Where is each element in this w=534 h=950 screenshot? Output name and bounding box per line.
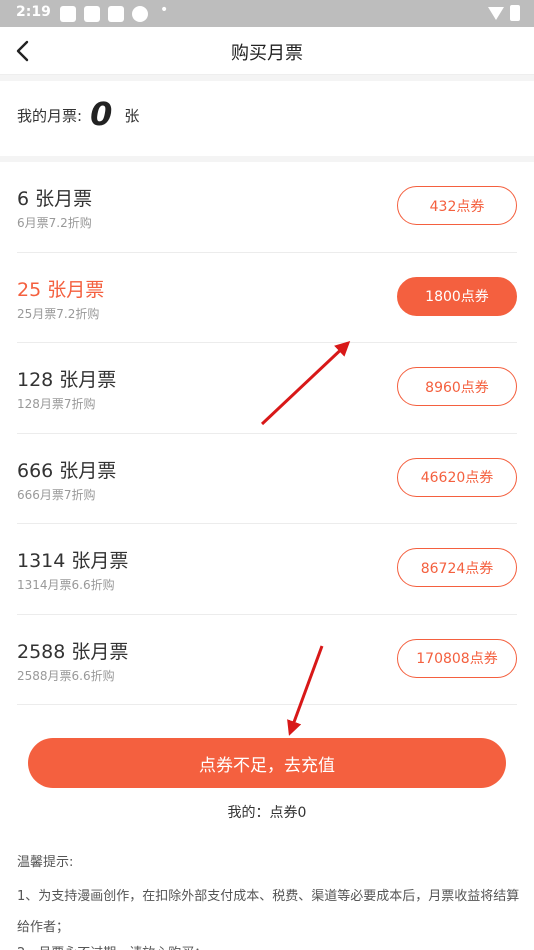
ticket-count: 0 — [90, 95, 113, 133]
battery-icon — [510, 5, 520, 21]
package-subtitle: 1314月票6.6折购 — [17, 578, 115, 592]
package-price-button[interactable]: 170808点券 — [397, 638, 517, 678]
notification-icon — [84, 6, 100, 22]
package-row[interactable]: 666 张月票 666月票7折购 46620点券 — [17, 434, 517, 524]
package-row[interactable]: 6 张月票 6月票7.2折购 432点券 — [17, 162, 517, 253]
status-dot: • — [160, 2, 169, 18]
tips-line: 给作者； — [17, 920, 70, 935]
status-time: 2:19 — [16, 4, 51, 20]
page-title: 购买月票 — [231, 43, 303, 64]
package-price-button[interactable]: 8960点券 — [397, 367, 517, 406]
nav-bar: 购买月票 — [0, 27, 534, 75]
package-subtitle: 666月票7折购 — [17, 487, 96, 502]
status-bar: 2:19 • — [0, 0, 534, 27]
package-row[interactable]: 1314 张月票 1314月票6.6折购 86724点券 — [17, 524, 517, 615]
notification-icon — [132, 6, 148, 22]
package-title: 128 张月票 — [17, 369, 117, 391]
package-title: 25 张月票 — [17, 278, 105, 301]
ticket-summary: 我的月票: 0 张 — [17, 92, 139, 132]
notification-icon — [108, 6, 124, 22]
package-price-button[interactable]: 86724点券 — [397, 548, 517, 587]
tips-line: 1、为支持漫画创作，在扣除外部支付成本、税费、渠道等必要成本后，月票收益将结算 — [17, 889, 520, 904]
ticket-summary-label: 我的月票: — [17, 107, 83, 125]
package-row[interactable]: 25 张月票 25月票7.2折购 1800点券 — [17, 253, 517, 343]
wifi-icon — [488, 6, 504, 20]
package-title: 6 张月票 — [17, 188, 93, 210]
package-list: 6 张月票 6月票7.2折购 432点券 25 张月票 25月票7.2折购 18… — [17, 162, 517, 705]
tips-line: 2、月票永不过期，请放心购买； — [17, 942, 207, 950]
package-row[interactable]: 128 张月票 128月票7折购 8960点券 — [17, 343, 517, 434]
package-subtitle: 2588月票6.6折购 — [17, 668, 115, 683]
package-price-button[interactable]: 46620点券 — [397, 457, 517, 497]
tips-title: 温馨提示: — [17, 855, 74, 870]
package-title: 666 张月票 — [17, 459, 117, 482]
package-price-button[interactable]: 432点券 — [397, 186, 517, 225]
package-title: 1314 张月票 — [17, 550, 129, 572]
package-subtitle: 25月票7.2折购 — [17, 306, 100, 321]
notification-icon — [60, 6, 76, 22]
package-row[interactable]: 2588 张月票 2588月票6.6折购 170808点券 — [17, 615, 517, 705]
recharge-button[interactable]: 点券不足，去充值 — [28, 738, 506, 788]
package-price-button[interactable]: 1800点券 — [397, 276, 517, 316]
divider — [0, 75, 534, 81]
balance-text: 我的：点券0 — [227, 805, 307, 821]
ticket-unit: 张 — [124, 107, 140, 125]
package-subtitle: 128月票7折购 — [17, 397, 96, 411]
package-subtitle: 6月票7.2折购 — [17, 216, 92, 230]
package-title: 2588 张月票 — [17, 640, 129, 663]
